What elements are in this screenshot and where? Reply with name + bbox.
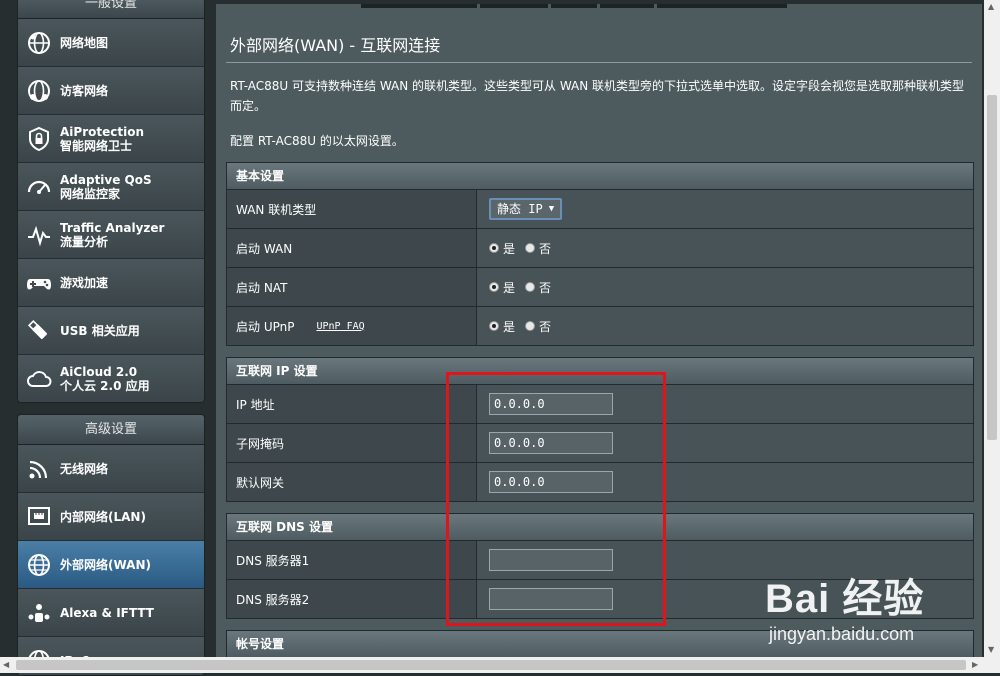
- sidebar-item-aiprotection[interactable]: AiProtection 智能网络卫士: [18, 115, 204, 163]
- sidebar-item-traffic-analyzer[interactable]: Traffic Analyzer 流量分析: [18, 211, 204, 259]
- scroll-up-icon[interactable]: ▲: [988, 2, 994, 11]
- sidebar-item-label: Traffic Analyzer: [60, 221, 164, 235]
- radio-no-label: 否: [539, 240, 551, 257]
- sidebar-item-guest-network[interactable]: 访客网络: [18, 67, 204, 115]
- sidebar-item-aicloud[interactable]: AiCloud 2.0 个人云 2.0 应用: [18, 355, 204, 402]
- alexa-ifttt-icon: [18, 592, 60, 634]
- enable-nat-no-radio[interactable]: [525, 282, 535, 292]
- enable-upnp-yes-radio[interactable]: [489, 321, 499, 331]
- top-tab-strip: [657, 4, 787, 8]
- advanced-settings-panel: 高级设置 无线网络 内部网络(LAN) 外部网络(WAN) Alexa & IF…: [17, 414, 205, 676]
- sidebar-item-label: USB 相关应用: [60, 324, 140, 338]
- subnet-mask-label: 子网掩码: [227, 424, 477, 462]
- horizontal-scroll-thumb[interactable]: [16, 660, 966, 670]
- shield-lock-icon: [18, 118, 60, 160]
- scroll-left-icon[interactable]: ◀: [3, 660, 9, 669]
- sidebar-item-lan[interactable]: 内部网络(LAN): [18, 493, 204, 541]
- speedometer-icon: [18, 166, 60, 208]
- sidebar-item-wan[interactable]: 外部网络(WAN): [18, 541, 204, 589]
- dns2-label: DNS 服务器2: [227, 580, 477, 618]
- dns1-label: DNS 服务器1: [227, 541, 477, 579]
- watermark-brand: Bai 经验: [765, 566, 924, 624]
- pulse-graph-icon: [18, 214, 60, 256]
- top-tab-strip: [551, 4, 597, 8]
- config-note: 配置 RT-AC88U 的以太网设置。: [230, 132, 404, 149]
- globe-map-icon: [18, 22, 60, 64]
- title-divider: [226, 62, 972, 63]
- sidebar-item-label: 游戏加速: [60, 276, 108, 290]
- page-description: RT-AC88U 可支持数种连结 WAN 的联机类型。这些类型可从 WAN 联机…: [230, 76, 974, 116]
- usb-icon: [18, 310, 60, 352]
- enable-upnp-label: 启动 UPnP: [236, 318, 294, 335]
- top-tab-strip: [600, 4, 654, 8]
- scroll-right-icon[interactable]: ▶: [972, 660, 978, 669]
- sidebar-item-label: 内部网络(LAN): [60, 510, 146, 524]
- sidebar-item-label: AiCloud 2.0: [60, 365, 150, 379]
- basic-settings-table: 基本设置 WAN 联机类型 静态 IP ▼ 启动 WAN 是 否 启动 NAT: [226, 162, 974, 346]
- highlight-box: [446, 372, 666, 626]
- sidebar-item-label: 外部网络(WAN): [60, 558, 151, 572]
- table-row: WAN 联机类型 静态 IP ▼: [227, 190, 973, 229]
- sidebar-item-label: AiProtection: [60, 125, 144, 139]
- sidebar-item-label: 访客网络: [60, 84, 108, 98]
- cloud-icon: [18, 358, 60, 400]
- sidebar-item-sublabel: 网络监控家: [60, 187, 152, 201]
- sidebar-item-label: 无线网络: [60, 462, 108, 476]
- sidebar-item-sublabel: 智能网络卫士: [60, 139, 144, 153]
- scroll-down-icon[interactable]: ▼: [988, 645, 994, 654]
- lan-monitor-icon: [18, 496, 60, 538]
- radio-yes-label: 是: [503, 240, 515, 257]
- basic-settings-heading: 基本设置: [227, 163, 973, 190]
- sidebar-item-label: Alexa & IFTTT: [60, 606, 154, 620]
- sidebar-item-label: Adaptive QoS: [60, 173, 152, 187]
- general-settings-heading: 一般设置: [18, 0, 204, 19]
- radio-yes-label: 是: [503, 318, 515, 335]
- upnp-faq-link[interactable]: UPnP FAQ: [316, 321, 364, 332]
- enable-nat-label: 启动 NAT: [227, 268, 477, 306]
- sidebar-item-label: 网络地图: [60, 36, 108, 50]
- enable-upnp-cell: 启动 UPnP UPnP FAQ: [227, 307, 477, 345]
- general-settings-panel: 一般设置 网络地图 访客网络 AiProtection 智能网络卫士 Adapt…: [17, 0, 205, 403]
- enable-wan-yes-radio[interactable]: [489, 243, 499, 253]
- gamepad-icon: [18, 262, 60, 304]
- table-row: 启动 WAN 是 否: [227, 229, 973, 268]
- ip-address-label: IP 地址: [227, 385, 477, 423]
- radio-no-label: 否: [539, 318, 551, 335]
- baidu-jingyan-watermark: Bai 经验 jingyan.baidu.com: [765, 566, 924, 645]
- sidebar-item-adaptive-qos[interactable]: Adaptive QoS 网络监控家: [18, 163, 204, 211]
- vertical-scrollbar[interactable]: ▲ ▼: [984, 0, 1000, 657]
- horizontal-scrollbar[interactable]: ◀ ▶: [0, 657, 1000, 673]
- table-row: 启动 UPnP UPnP FAQ 是 否: [227, 307, 973, 345]
- page-title: 外部网络(WAN) - 互联网连接: [230, 32, 440, 56]
- enable-wan-no-radio[interactable]: [525, 243, 535, 253]
- top-tab-strip: [480, 4, 548, 8]
- sidebar-item-game-boost[interactable]: 游戏加速: [18, 259, 204, 307]
- top-tab-strip: [361, 4, 477, 8]
- sidebar-item-wireless[interactable]: 无线网络: [18, 445, 204, 493]
- chevron-down-icon: ▼: [549, 199, 554, 219]
- sidebar-item-alexa-ifttt[interactable]: Alexa & IFTTT: [18, 589, 204, 637]
- wan-type-label: WAN 联机类型: [227, 190, 477, 228]
- sidebar-item-sublabel: 流量分析: [60, 235, 164, 249]
- wan-globe-icon: [18, 544, 60, 586]
- sidebar-item-sublabel: 个人云 2.0 应用: [60, 379, 150, 393]
- vertical-scroll-thumb[interactable]: [987, 95, 997, 440]
- advanced-settings-heading: 高级设置: [18, 415, 204, 445]
- default-gateway-label: 默认网关: [227, 463, 477, 501]
- sidebar-item-usb-apps[interactable]: USB 相关应用: [18, 307, 204, 355]
- table-row: 启动 NAT 是 否: [227, 268, 973, 307]
- wireless-icon: [18, 448, 60, 490]
- wan-type-value: 静态 IP: [497, 199, 543, 219]
- enable-nat-yes-radio[interactable]: [489, 282, 499, 292]
- radio-yes-label: 是: [503, 279, 515, 296]
- sidebar-item-network-map[interactable]: 网络地图: [18, 19, 204, 67]
- guest-network-icon: [18, 70, 60, 112]
- radio-no-label: 否: [539, 279, 551, 296]
- enable-wan-label: 启动 WAN: [227, 229, 477, 267]
- watermark-url: jingyan.baidu.com: [769, 624, 924, 645]
- wan-type-select[interactable]: 静态 IP ▼: [489, 198, 562, 220]
- enable-upnp-no-radio[interactable]: [525, 321, 535, 331]
